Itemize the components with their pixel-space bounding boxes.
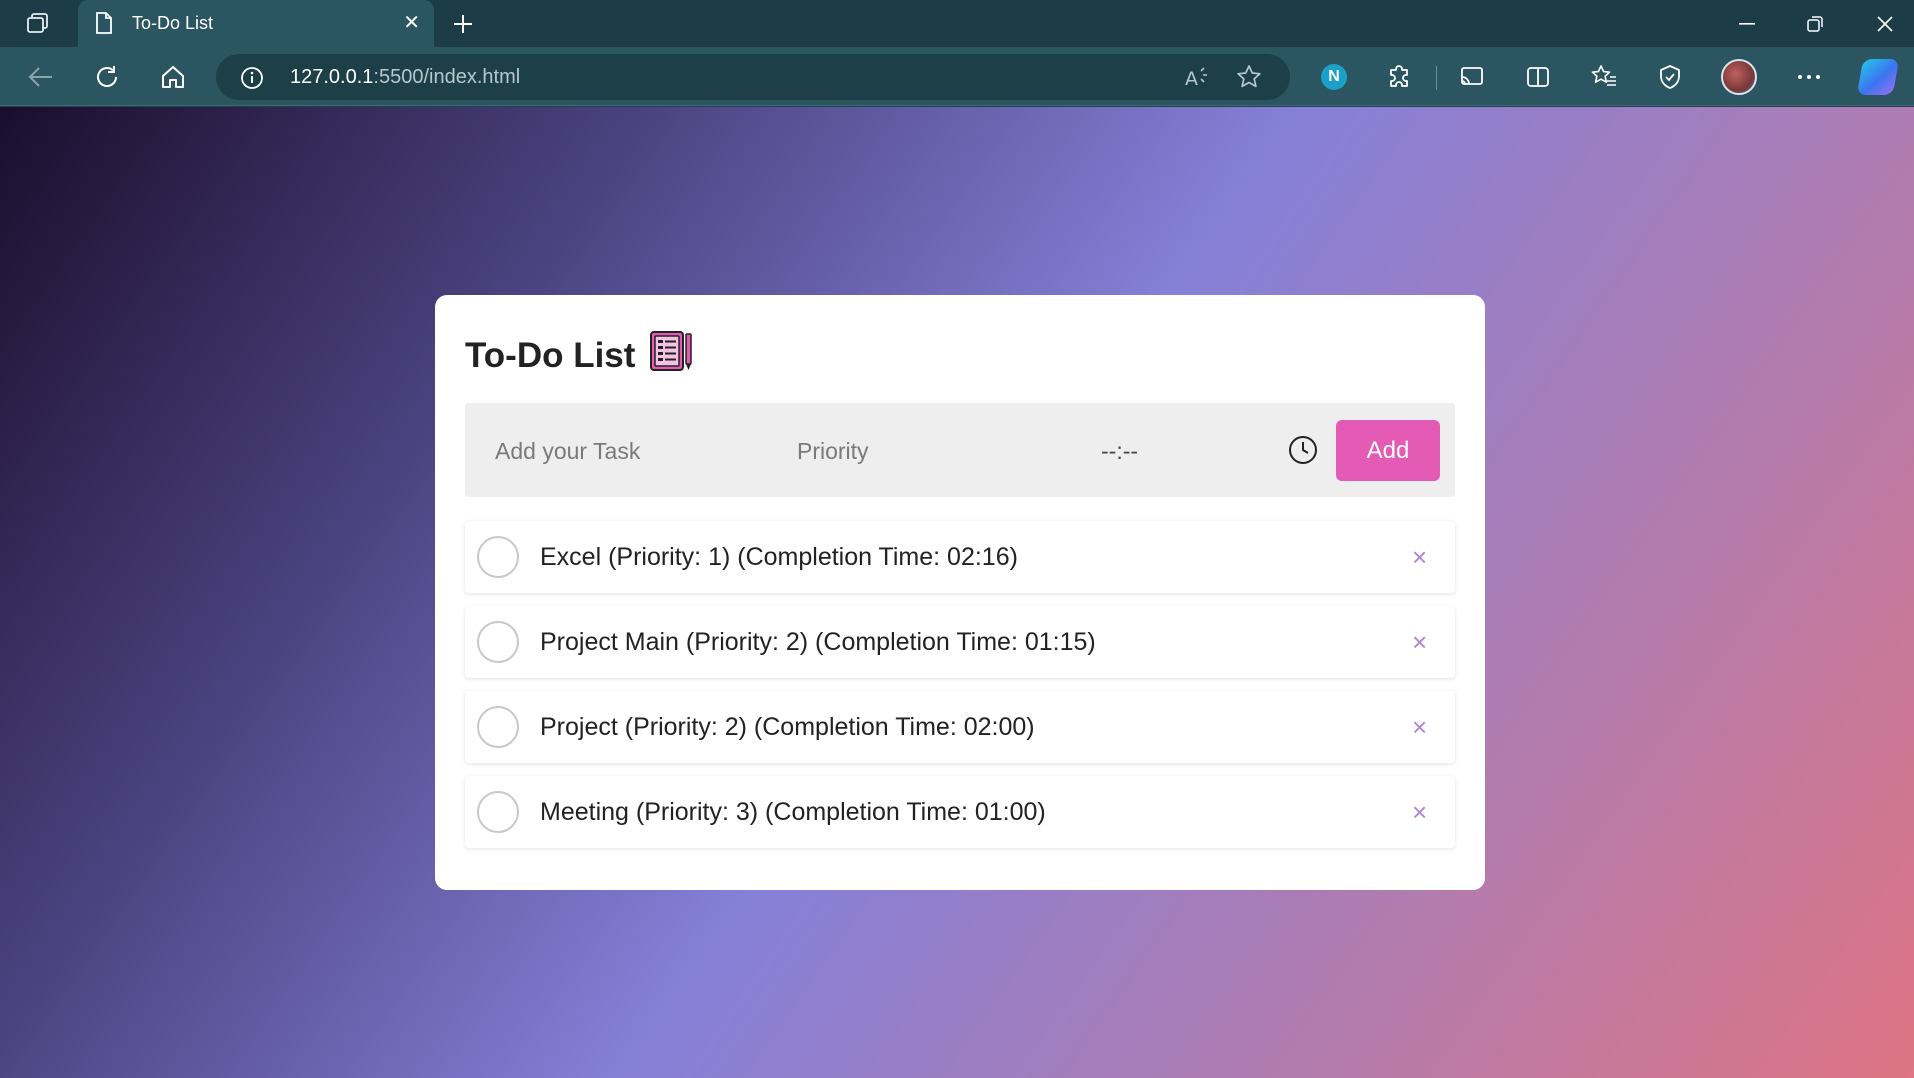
task-item[interactable]: Project (Priority: 2) (Completion Time: … — [465, 691, 1455, 763]
todo-card: To-Do List Add your Task Priority --:-- — [435, 295, 1485, 890]
time-input[interactable]: --:-- — [1101, 438, 1138, 465]
task-checkbox[interactable] — [477, 536, 519, 578]
task-text: Project (Priority: 2) (Completion Time: … — [540, 713, 1035, 741]
url-text[interactable]: 127.0.0.1:5500/index.html — [290, 66, 520, 89]
delete-icon[interactable]: × — [1412, 713, 1427, 741]
browser-toolbar: 127.0.0.1:5500/index.html A N — [0, 47, 1914, 106]
more-options-icon[interactable] — [1790, 58, 1828, 96]
task-checkbox[interactable] — [477, 706, 519, 748]
cast-icon[interactable] — [1453, 58, 1491, 96]
priority-input[interactable]: Priority — [797, 438, 869, 465]
browser-essentials-icon[interactable] — [1651, 58, 1689, 96]
task-text: Excel (Priority: 1) (Completion Time: 02… — [540, 543, 1018, 571]
delete-icon[interactable]: × — [1412, 628, 1427, 656]
minimize-button[interactable] — [1714, 0, 1780, 47]
copilot-icon[interactable] — [1856, 58, 1900, 96]
task-text: Project Main (Priority: 2) (Completion T… — [540, 628, 1096, 656]
add-button[interactable]: Add — [1336, 420, 1440, 481]
profile-avatar[interactable] — [1720, 58, 1758, 96]
page-title: To-Do List — [465, 328, 693, 383]
notepad-icon — [649, 328, 693, 383]
browser-tab[interactable]: To-Do List ✕ — [78, 0, 434, 47]
favorite-star-icon[interactable] — [1234, 62, 1264, 92]
delete-icon[interactable]: × — [1412, 543, 1427, 571]
task-checkbox[interactable] — [477, 621, 519, 663]
svg-text:A: A — [1185, 68, 1198, 88]
new-tab-button[interactable] — [447, 8, 479, 40]
favorites-icon[interactable] — [1585, 58, 1623, 96]
task-checkbox[interactable] — [477, 791, 519, 833]
address-bar[interactable]: 127.0.0.1:5500/index.html A — [216, 54, 1290, 100]
refresh-icon[interactable] — [88, 58, 126, 96]
task-input[interactable]: Add your Task — [495, 438, 640, 465]
delete-icon[interactable]: × — [1412, 798, 1427, 826]
extension-n-icon[interactable]: N — [1315, 58, 1353, 96]
document-icon — [95, 12, 113, 39]
split-screen-icon[interactable] — [1519, 58, 1557, 96]
task-item[interactable]: Project Main (Priority: 2) (Completion T… — [465, 606, 1455, 678]
site-info-icon[interactable] — [240, 66, 264, 95]
task-text: Meeting (Priority: 3) (Completion Time: … — [540, 798, 1046, 826]
workspaces-icon[interactable] — [22, 10, 54, 38]
tab-title: To-Do List — [132, 13, 214, 33]
extensions-puzzle-icon[interactable] — [1381, 58, 1419, 96]
home-icon[interactable] — [154, 58, 192, 96]
task-list: Excel (Priority: 1) (Completion Time: 02… — [465, 521, 1455, 861]
back-icon[interactable] — [22, 58, 60, 96]
toolbar-separator — [1436, 66, 1437, 90]
task-input-bar: Add your Task Priority --:-- Add — [465, 403, 1455, 497]
clock-icon[interactable] — [1288, 435, 1318, 470]
task-item[interactable]: Meeting (Priority: 3) (Completion Time: … — [465, 776, 1455, 848]
browser-tab-bar: To-Do List ✕ — [0, 0, 1914, 47]
task-item[interactable]: Excel (Priority: 1) (Completion Time: 02… — [465, 521, 1455, 593]
read-aloud-icon[interactable]: A — [1182, 62, 1212, 92]
restore-button[interactable] — [1782, 0, 1848, 47]
page-viewport: To-Do List Add your Task Priority --:-- — [0, 107, 1914, 1078]
close-window-button[interactable] — [1852, 0, 1914, 47]
tab-close-icon[interactable]: ✕ — [403, 13, 420, 33]
